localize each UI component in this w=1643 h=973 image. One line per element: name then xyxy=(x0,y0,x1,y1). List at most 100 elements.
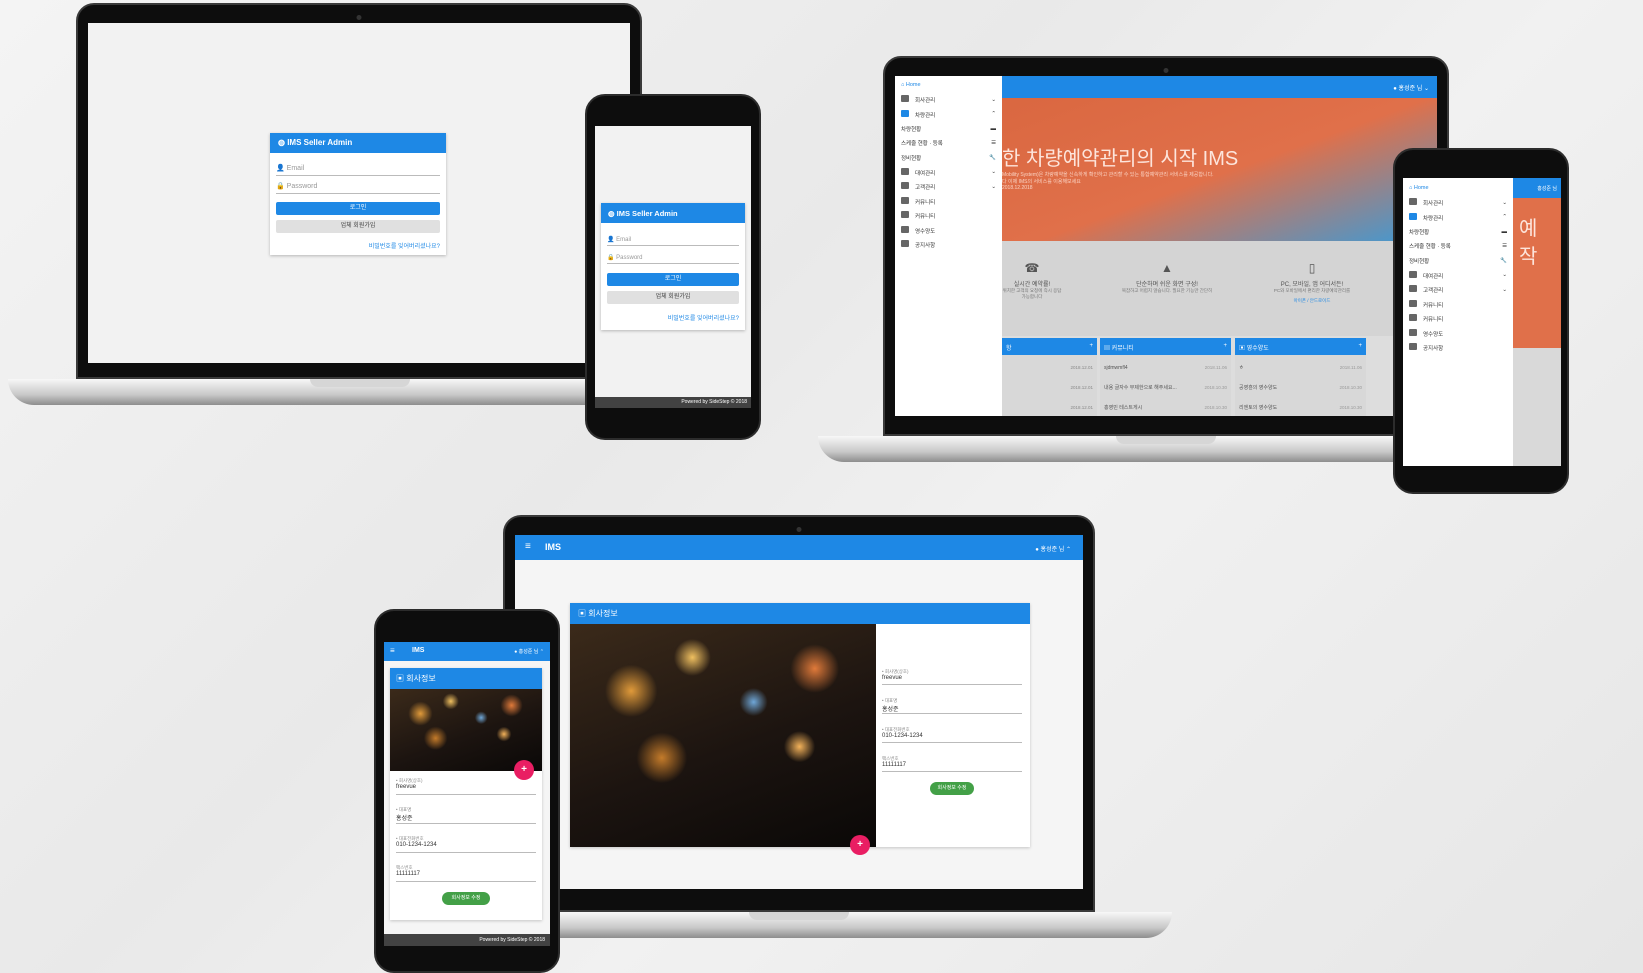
tablet-app-bar: 홍성준 님 xyxy=(1513,178,1561,198)
briefcase-icon: ▣ xyxy=(1239,346,1247,352)
feature-3: ▯ PC, 모바일, 앱 어디서든! PC와 모바일에서 편리한 차량예약관리를… xyxy=(1252,261,1372,304)
menu-maintenance[interactable]: 정비현황 🔧 xyxy=(1403,254,1513,269)
chat-icon: ▤ xyxy=(1104,346,1112,352)
user-menu[interactable]: 홍성준 님 xyxy=(1537,185,1557,192)
menu-vehicle-status[interactable]: 차량현황 ▬ xyxy=(895,122,1002,137)
password-field[interactable]: 🔒 Password xyxy=(276,176,440,194)
menu-schedule[interactable]: 스케줄 현황 · 등록 ☰ xyxy=(1403,239,1513,254)
signup-button[interactable]: 업체 회원가입 xyxy=(607,291,739,304)
wrench-icon: 🔧 xyxy=(989,154,996,161)
car-icon xyxy=(1409,212,1417,220)
phone-field[interactable]: • 대표전화번호 010-1234-1234 xyxy=(882,727,1022,743)
menu-schedule[interactable]: 스케줄 현황 · 등록 ☰ xyxy=(895,136,1002,151)
menu-vehicle-status[interactable]: 차량현황 ▬ xyxy=(1403,225,1513,240)
side-menu: ⌂ Home 회사관리 ⌄ 차량관리 ⌃ 차량현황 ▬ 스케줄 현황 · 등록 ☰ 정비… xyxy=(1403,178,1513,466)
menu-maintenance[interactable]: 정비현황 🔧 xyxy=(895,151,1002,166)
add-photo-button[interactable]: + xyxy=(850,835,870,855)
forgot-password-link[interactable]: 비밀번호를 잊어버리셨나요? xyxy=(276,241,440,250)
add-icon[interactable]: + xyxy=(1358,343,1362,350)
chat-icon xyxy=(1409,314,1417,322)
company-name-field[interactable]: • 회사명(상호) freevue xyxy=(882,669,1022,685)
company-photo xyxy=(570,624,876,847)
list-item[interactable]: 리엔토의 영수양도 2018.10.30 xyxy=(1239,398,1362,416)
menu-community-2[interactable]: 커뮤니티 xyxy=(895,209,1002,224)
fax-field[interactable]: 팩스번호 11111117 xyxy=(882,756,1022,772)
side-menu: ⌂ Home 회사관리 ⌄ 차량관리 ⌃ 차량현황 ▬ 스케줄 현황 · 등록 ☰ 정비… xyxy=(895,76,1002,416)
password-field[interactable]: 🔒 Password xyxy=(607,246,739,264)
building-icon xyxy=(1409,198,1417,206)
laptop-company-notch xyxy=(749,912,849,920)
ceo-name-field[interactable]: • 대표명 홍성준 xyxy=(882,698,1022,714)
menu-company[interactable]: 회사관리 ⌄ xyxy=(895,93,1002,108)
menu-vehicle[interactable]: 차량관리 ⌃ xyxy=(895,107,1002,122)
email-field[interactable]: 👤 Email xyxy=(607,229,739,246)
tablet-hero: 예 작 xyxy=(1513,198,1561,348)
forgot-password-link[interactable]: 비밀번호를 잊어버리셨나요? xyxy=(607,313,739,322)
chevron-up-icon: ⌃ xyxy=(991,111,996,118)
login-button[interactable]: 로그인 xyxy=(276,202,440,215)
lock-icon: 🔒 xyxy=(607,255,617,261)
menu-transfer[interactable]: 영수양도 xyxy=(895,223,1002,238)
list-item[interactable]: sjdmwmfl4 2018.11.06 xyxy=(1104,358,1227,378)
hamburger-icon[interactable]: ≡ xyxy=(390,646,395,655)
menu-customer[interactable]: 고객관리 ⌄ xyxy=(895,180,1002,195)
list-item[interactable]: ㅎ 2018.11.06 xyxy=(1239,358,1362,378)
save-company-button[interactable]: 회사정보 수정 xyxy=(442,892,490,905)
board-community: ▤ 커뮤니티 + sjdmwmfl4 2018.11.06 내용 글자수 무제한으로… xyxy=(1100,338,1231,416)
company-card: ▣ 회사정보 + • 회사명(상호) freevue • 대표명 홍성준 • 대표전… xyxy=(570,603,1030,855)
ceo-name-field[interactable]: • 대표명 홍성준 xyxy=(396,807,536,824)
menu-rental[interactable]: 대여관리 ⌄ xyxy=(1403,268,1513,283)
menu-community-1[interactable]: 커뮤니티 xyxy=(895,194,1002,209)
app-brand: IMS xyxy=(412,647,425,654)
login-screen: ◍ IMS Seller Admin 👤 Email 🔒 Password 로그… xyxy=(88,23,630,363)
phone-icon: ☎ xyxy=(1024,261,1040,275)
company-card-header: ▣ 회사정보 xyxy=(570,603,1030,624)
user-menu[interactable]: ● 홍성준 님 ⌃ xyxy=(514,648,544,655)
briefcase-icon xyxy=(901,225,909,233)
car-icon: ▬ xyxy=(990,125,997,132)
login-card: ◍ IMS Seller Admin 👤 Email 🔒 Password 로그… xyxy=(270,133,446,255)
add-icon[interactable]: + xyxy=(1089,343,1093,350)
menu-transfer[interactable]: 영수양도 xyxy=(1403,326,1513,341)
list-item[interactable]: 내용 글자수 무제한으로 해주세요... 2018.10.30 xyxy=(1104,378,1227,398)
list-item[interactable]: 공영휸의 영수양도 2018.10.30 xyxy=(1239,378,1362,398)
add-icon[interactable]: + xyxy=(1223,343,1227,350)
company-name-field[interactable]: • 회사명(상호) freevue xyxy=(396,778,536,795)
login-button[interactable]: 로그인 xyxy=(607,273,739,286)
menu-community-2[interactable]: 커뮤니티 xyxy=(1403,312,1513,327)
menu-rental[interactable]: 대여관리 ⌄ xyxy=(895,165,1002,180)
app-bar: ● 홍성준 님 ⌄ xyxy=(1002,76,1437,98)
building-icon: ▣ xyxy=(578,609,589,618)
feature-1: ☎ 실시간 예약률! 위치한 고객의 요청에 즉시 응답 가능합니다 xyxy=(1002,261,1062,299)
menu-vehicle[interactable]: 차량관리 ⌃ xyxy=(1403,210,1513,225)
user-menu[interactable]: ● 홍성준 님 ⌃ xyxy=(1035,544,1071,553)
briefcase-icon xyxy=(1409,328,1417,336)
phone-field[interactable]: • 대표전화번호 010-1234-1234 xyxy=(396,836,536,853)
menu-community-1[interactable]: 커뮤니티 xyxy=(1403,297,1513,312)
app-bar: ≡ IMS ● 홍성준 님 ⌃ xyxy=(515,535,1083,560)
user-menu[interactable]: ● 홍성준 님 ⌄ xyxy=(1393,83,1429,92)
menu-company[interactable]: 회사관리 ⌄ xyxy=(1403,196,1513,211)
email-field[interactable]: 👤 Email xyxy=(276,159,440,176)
fax-field[interactable]: 팩스번호 11111117 xyxy=(396,865,536,882)
globe-icon: ◍ xyxy=(608,209,617,218)
signup-button[interactable]: 업체 회원가입 xyxy=(276,220,440,233)
chevron-down-icon: ⌄ xyxy=(1502,199,1507,206)
menu-notice[interactable]: 공지사항 xyxy=(895,238,1002,253)
save-company-button[interactable]: 회사정보 수정 xyxy=(930,782,974,795)
car-icon xyxy=(1409,270,1417,278)
menu-notice[interactable]: 공지사항 xyxy=(1403,341,1513,356)
menu-customer[interactable]: 고객관리 ⌄ xyxy=(1403,283,1513,298)
add-photo-button[interactable]: + xyxy=(514,760,534,780)
wrench-icon: 🔧 xyxy=(1500,257,1507,264)
hero-subtitle: Mobility System)은 차량예약을 신속하게 확인하고 관리할 수 … xyxy=(1002,172,1214,178)
menu-home[interactable]: ⌂ Home xyxy=(895,78,1002,93)
board-1: 항 + 2018.12.01 2018.12.01 2018.12.01 xyxy=(1002,338,1097,416)
menu-home[interactable]: ⌂ Home xyxy=(1403,181,1513,196)
car-icon xyxy=(901,109,909,117)
chevron-up-icon: ⌃ xyxy=(1502,214,1507,221)
list-item[interactable]: 홍영민 테스트게시 2018.10.30 xyxy=(1104,398,1227,416)
hamburger-icon[interactable]: ≡ xyxy=(525,541,531,552)
app-link[interactable]: 아이폰 / 안드로이드 xyxy=(1252,298,1372,304)
lock-icon: 🔒 xyxy=(276,183,287,190)
